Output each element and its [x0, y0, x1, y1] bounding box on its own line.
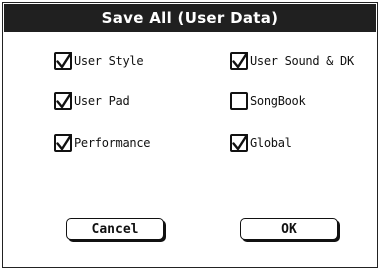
option-performance-label: Performance: [74, 136, 151, 150]
dialog-title: Save All (User Data): [4, 4, 376, 32]
check-icon: [56, 92, 72, 109]
checkbox-user-pad[interactable]: [54, 92, 72, 110]
option-user-style[interactable]: User Style: [54, 52, 144, 70]
save-all-dialog: Save All (User Data) User Style User Sou…: [2, 2, 378, 268]
checkbox-songbook[interactable]: [230, 92, 248, 110]
checkbox-performance[interactable]: [54, 134, 72, 152]
checkbox-user-style[interactable]: [54, 52, 72, 70]
ok-button[interactable]: OK: [240, 218, 338, 240]
option-user-sound-dk[interactable]: User Sound & DK: [230, 52, 354, 70]
option-user-style-label: User Style: [74, 54, 144, 68]
checkbox-global[interactable]: [230, 134, 248, 152]
option-global-label: Global: [250, 136, 292, 150]
check-icon: [56, 52, 72, 69]
checkbox-user-sound-dk[interactable]: [230, 52, 248, 70]
option-user-sound-dk-label: User Sound & DK: [250, 54, 354, 68]
option-global[interactable]: Global: [230, 134, 292, 152]
option-user-pad-label: User Pad: [74, 94, 130, 108]
check-icon: [56, 134, 72, 151]
cancel-button[interactable]: Cancel: [66, 218, 164, 240]
option-songbook-label: SongBook: [250, 94, 306, 108]
check-icon: [232, 52, 248, 69]
option-user-pad[interactable]: User Pad: [54, 92, 130, 110]
option-performance[interactable]: Performance: [54, 134, 150, 152]
option-songbook[interactable]: SongBook: [230, 92, 306, 110]
check-icon: [232, 134, 248, 151]
